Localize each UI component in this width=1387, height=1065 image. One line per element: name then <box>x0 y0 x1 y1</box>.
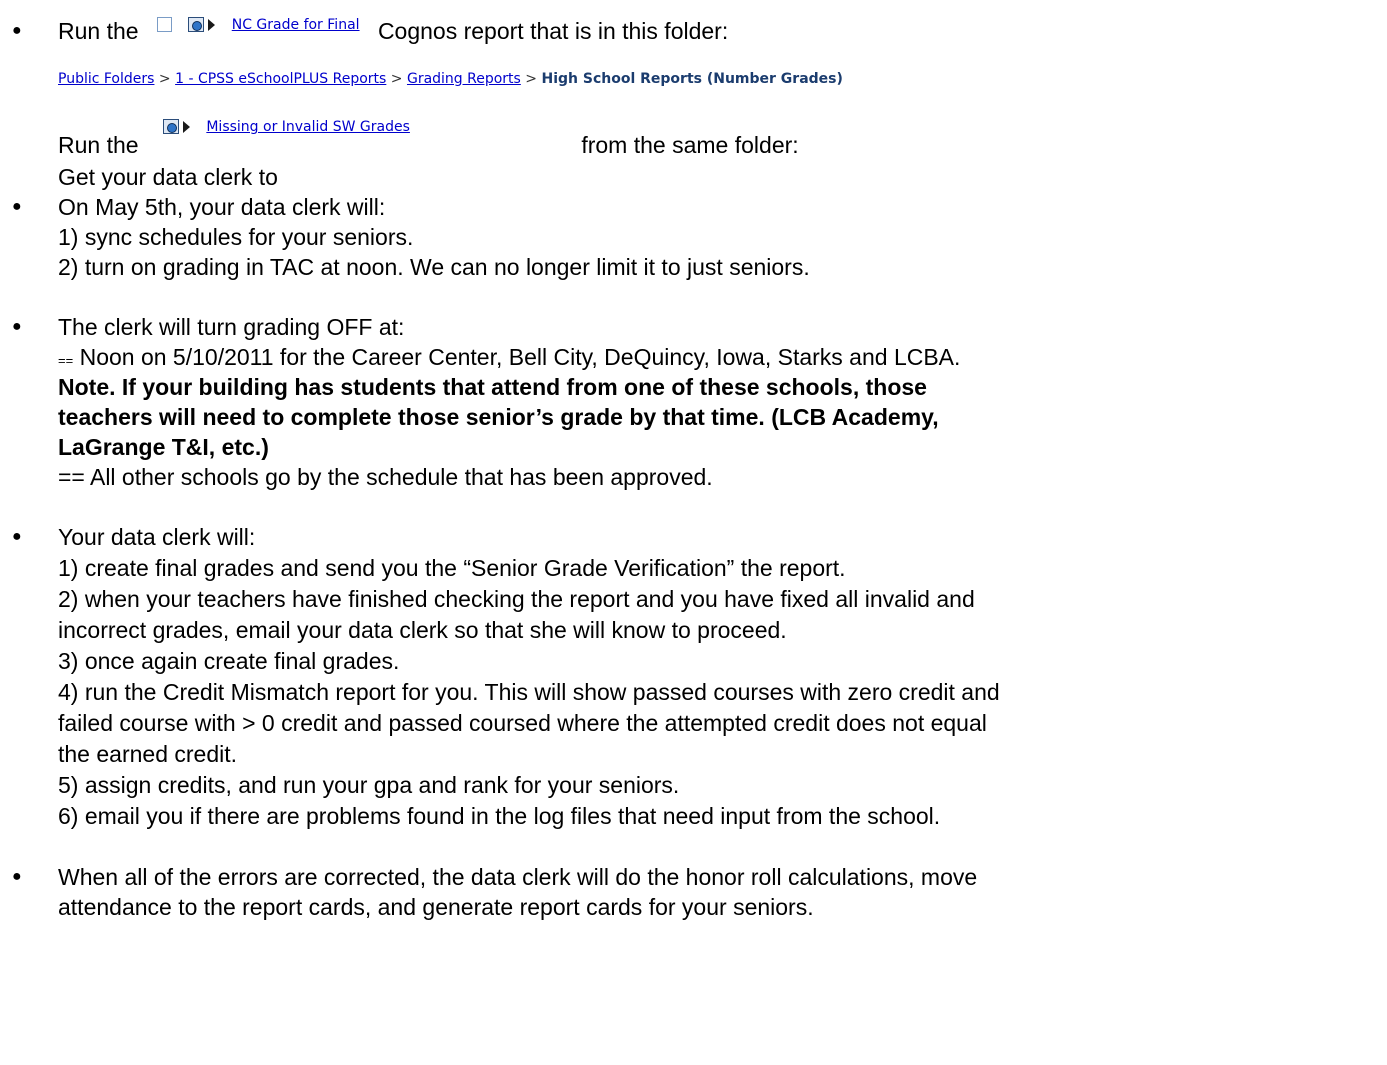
breadcrumb-separator: > <box>158 71 171 87</box>
breadcrumb-public-folders[interactable]: Public Folders <box>58 71 154 87</box>
may-intro: On May 5th, your data clerk will: <box>58 194 386 220</box>
clerk-line-2: 2) when your teachers have finished chec… <box>58 586 975 612</box>
clerk-intro: Your data clerk will: <box>58 524 256 550</box>
clerk-line: Get your data clerk to <box>58 164 278 190</box>
run-suffix-2: from the same folder: <box>581 132 799 158</box>
clerk-line-4: 3) once again create final grades. <box>58 648 400 674</box>
breadcrumb-cpss-reports[interactable]: 1 - CPSS eSchoolPLUS Reports <box>175 71 386 87</box>
off-other-line: == All other schools go by the schedule … <box>58 464 713 490</box>
clerk-line-8: 5) assign credits, and run your gpa and … <box>58 772 680 798</box>
clerk-line-3: incorrect grades, email your data clerk … <box>58 617 787 643</box>
report-snippet-missing-grades: Missing or Invalid SW Grades <box>150 100 569 150</box>
bullet: ● <box>12 22 22 39</box>
note-line-2: teachers will need to complete those sen… <box>58 404 939 430</box>
final-line-2: attendance to the report cards, and gene… <box>58 894 814 920</box>
report-icon <box>188 17 205 33</box>
eq-marker: == <box>58 353 74 368</box>
may-item-2: 2) turn on grading in TAC at noon. We ca… <box>58 254 810 280</box>
bullet: ● <box>12 318 22 335</box>
off-noon-line: == Noon on 5/10/2011 for the Career Cent… <box>58 342 960 376</box>
clerk-line-6: failed course with > 0 credit and passed… <box>58 710 987 736</box>
report-snippet-nc-grade: NC Grade for Final <box>150 6 366 42</box>
checkbox[interactable] <box>156 17 172 33</box>
breadcrumb-current: High School Reports (Number Grades) <box>541 71 843 87</box>
clerk-line-5: 4) run the Credit Mismatch report for yo… <box>58 679 1000 705</box>
clerk-line-9: 6) email you if there are problems found… <box>58 803 941 829</box>
report-icon <box>162 119 179 135</box>
breadcrumb-separator: > <box>390 71 403 87</box>
breadcrumb-grading-reports[interactable]: Grading Reports <box>407 71 521 87</box>
run-prefix: Run the <box>58 18 139 44</box>
breadcrumb-separator: > <box>525 71 538 87</box>
run-report-line: Run the NC Grade for Final Cognos report… <box>58 6 729 52</box>
clerk-line-7: the earned credit. <box>58 741 238 767</box>
bullet: ● <box>12 868 22 885</box>
final-line-1: When all of the errors are corrected, th… <box>58 864 978 890</box>
bullet: ● <box>12 198 22 215</box>
run-arrow-icon[interactable] <box>182 120 190 133</box>
breadcrumb: Public Folders > 1 - CPSS eSchoolPLUS Re… <box>58 71 843 87</box>
report-link-nc-grade[interactable]: NC Grade for Final <box>232 17 360 33</box>
report-link-missing-grades[interactable]: Missing or Invalid SW Grades <box>206 119 410 135</box>
note-line-1: Note. If your building has students that… <box>58 374 927 400</box>
run-arrow-icon[interactable] <box>208 18 216 31</box>
clerk-line-1: 1) create final grades and send you the … <box>58 555 846 581</box>
may-item-1: 1) sync schedules for your seniors. <box>58 224 414 250</box>
noon-text: Noon on 5/10/2011 for the Career Center,… <box>79 344 961 370</box>
run-prefix-2: Run the <box>58 132 139 158</box>
off-intro: The clerk will turn grading OFF at: <box>58 314 405 340</box>
bullet: ● <box>12 528 22 545</box>
note-line-3: LaGrange T&I, etc.) <box>58 434 269 460</box>
document-page: ● Run the NC Grade for Final Cognos repo… <box>0 0 1387 1065</box>
run-suffix: Cognos report that is in this folder: <box>377 18 729 44</box>
